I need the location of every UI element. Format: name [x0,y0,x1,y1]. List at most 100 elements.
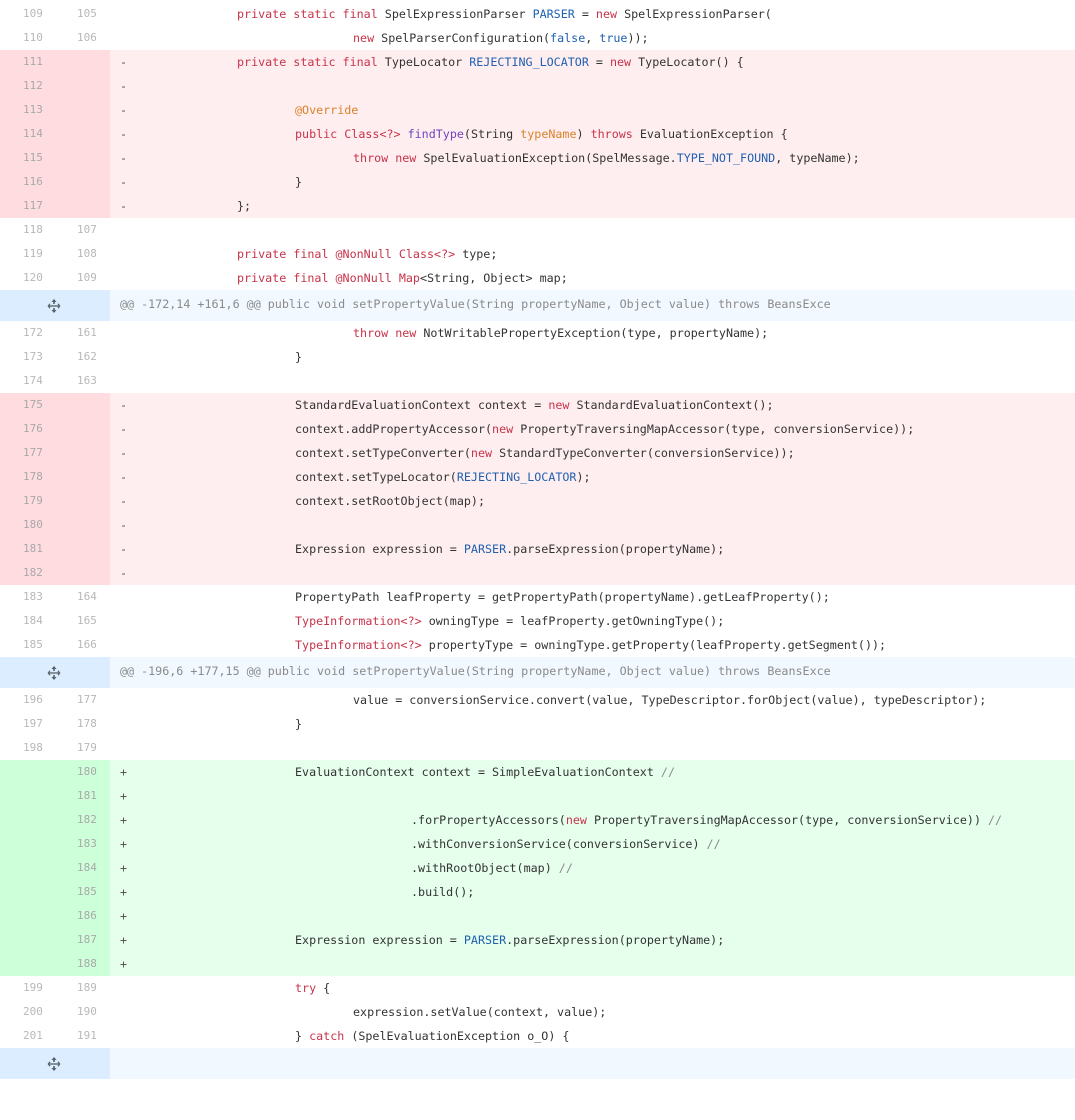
old-line-number[interactable]: 173 [0,345,55,369]
new-line-number[interactable]: 178 [55,712,110,736]
new-line-number[interactable] [55,489,110,513]
code-text: private final @NonNull Class<?> type; [237,242,497,266]
old-line-number[interactable]: 111 [0,50,55,74]
expand-button[interactable] [0,290,110,321]
code-line: + .forPropertyAccessors(new PropertyTrav… [110,808,1075,832]
new-line-number[interactable]: 186 [55,904,110,928]
old-line-number[interactable]: 181 [0,537,55,561]
new-line-number[interactable]: 187 [55,928,110,952]
old-line-number[interactable]: 172 [0,321,55,345]
old-line-number[interactable]: 180 [0,513,55,537]
old-line-number[interactable]: 116 [0,170,55,194]
old-line-number[interactable] [0,928,55,952]
old-line-number[interactable]: 114 [0,122,55,146]
code-token: StandardTypeConverter(conversionService)… [499,446,795,460]
unfold-icon[interactable] [45,1055,63,1073]
new-line-number[interactable]: 109 [55,266,110,290]
expand-button[interactable] [0,1048,110,1079]
old-line-number[interactable]: 110 [0,26,55,50]
old-line-number[interactable] [0,904,55,928]
line-number-gutter: 114 [0,122,110,146]
new-line-number[interactable]: 180 [55,760,110,784]
line-number-gutter: 173 162 [0,345,110,369]
old-line-number[interactable] [0,832,55,856]
old-line-number[interactable]: 197 [0,712,55,736]
new-line-number[interactable] [55,74,110,98]
old-line-number[interactable]: 185 [0,633,55,657]
old-line-number[interactable]: 176 [0,417,55,441]
old-line-number[interactable] [0,784,55,808]
new-line-number[interactable]: 161 [55,321,110,345]
new-line-number[interactable]: 162 [55,345,110,369]
expand-button[interactable] [0,657,110,688]
new-line-number[interactable] [55,417,110,441]
old-line-number[interactable] [0,952,55,976]
new-line-number[interactable] [55,465,110,489]
old-line-number[interactable] [0,808,55,832]
new-line-number[interactable]: 183 [55,832,110,856]
diff-view: 109 105 private static final SpelExpress… [0,2,1075,1079]
new-line-number[interactable]: 166 [55,633,110,657]
old-line-number[interactable]: 179 [0,489,55,513]
old-line-number[interactable]: 117 [0,194,55,218]
new-line-number[interactable] [55,393,110,417]
new-line-number[interactable]: 105 [55,2,110,26]
new-line-number[interactable] [55,513,110,537]
new-line-number[interactable] [55,537,110,561]
new-line-number[interactable] [55,122,110,146]
new-line-number[interactable]: 189 [55,976,110,1000]
code-line: throw new NotWritablePropertyException(t… [110,321,1075,345]
old-line-number[interactable]: 183 [0,585,55,609]
unfold-icon[interactable] [45,297,63,315]
new-line-number[interactable] [55,170,110,194]
old-line-number[interactable]: 174 [0,369,55,393]
old-line-number[interactable]: 178 [0,465,55,489]
old-line-number[interactable] [0,880,55,904]
new-line-number[interactable]: 182 [55,808,110,832]
new-line-number[interactable]: 185 [55,880,110,904]
new-line-number[interactable] [55,146,110,170]
new-line-number[interactable]: 106 [55,26,110,50]
new-line-number[interactable]: 179 [55,736,110,760]
old-line-number[interactable] [0,760,55,784]
new-line-number[interactable]: 163 [55,369,110,393]
new-line-number[interactable] [55,50,110,74]
code-line: + .build(); [110,880,1075,904]
old-line-number[interactable]: 201 [0,1024,55,1048]
old-line-number[interactable]: 182 [0,561,55,585]
new-line-number[interactable]: 184 [55,856,110,880]
old-line-number[interactable]: 199 [0,976,55,1000]
old-line-number[interactable]: 112 [0,74,55,98]
old-line-number[interactable]: 120 [0,266,55,290]
new-line-number[interactable] [55,561,110,585]
new-line-number[interactable]: 177 [55,688,110,712]
new-line-number[interactable]: 107 [55,218,110,242]
new-line-number[interactable]: 165 [55,609,110,633]
new-line-number[interactable] [55,98,110,122]
code-line: - [110,513,1075,537]
code-token: } [295,1029,310,1043]
old-line-number[interactable]: 175 [0,393,55,417]
new-line-number[interactable]: 190 [55,1000,110,1024]
old-line-number[interactable]: 184 [0,609,55,633]
old-line-number[interactable]: 109 [0,2,55,26]
code-text: .build(); [411,880,474,904]
old-line-number[interactable]: 196 [0,688,55,712]
new-line-number[interactable]: 188 [55,952,110,976]
unfold-icon[interactable] [45,664,63,682]
old-line-number[interactable]: 118 [0,218,55,242]
old-line-number[interactable]: 113 [0,98,55,122]
code-token: TypeInformation<?> [295,614,429,628]
old-line-number[interactable]: 177 [0,441,55,465]
old-line-number[interactable]: 119 [0,242,55,266]
new-line-number[interactable] [55,194,110,218]
new-line-number[interactable]: 181 [55,784,110,808]
new-line-number[interactable]: 191 [55,1024,110,1048]
new-line-number[interactable] [55,441,110,465]
old-line-number[interactable]: 198 [0,736,55,760]
new-line-number[interactable]: 164 [55,585,110,609]
old-line-number[interactable]: 200 [0,1000,55,1024]
old-line-number[interactable] [0,856,55,880]
new-line-number[interactable]: 108 [55,242,110,266]
old-line-number[interactable]: 115 [0,146,55,170]
